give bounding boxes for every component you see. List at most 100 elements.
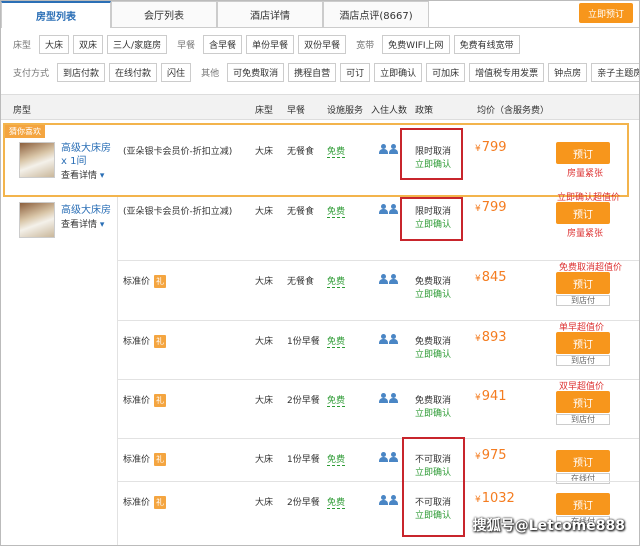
filter-chip-other[interactable]: 增值税专用发票 xyxy=(469,62,545,82)
cancel-policy[interactable]: 免费取消 xyxy=(415,393,451,406)
filter-chip-other[interactable]: 可订 xyxy=(340,62,371,82)
view-details-link[interactable]: 查看详情 ▾ xyxy=(61,168,104,181)
book-button[interactable]: 预订 xyxy=(556,142,610,164)
free-facility-link[interactable]: 免费 xyxy=(327,393,346,407)
rate-plan-label: 标准价 xyxy=(123,337,151,347)
table-header: 房型 床型 早餐 设施服务 入住人数 政策 均价（含服务费） xyxy=(1,94,639,120)
book-button[interactable]: 预订 xyxy=(556,493,610,515)
filter-chip-breakfast[interactable]: 含早餐 xyxy=(203,34,243,54)
gift-badge: 礼 xyxy=(154,275,167,288)
room-photo[interactable] xyxy=(19,202,55,238)
gift-badge: 礼 xyxy=(154,453,167,466)
low-inventory-note: 房量紧张 xyxy=(567,229,604,239)
room-name-link[interactable]: 高级大床房 xyxy=(61,204,111,217)
price: ¥941 xyxy=(475,389,507,404)
tab-room-list[interactable]: 房型列表 xyxy=(1,1,111,28)
breakfast: 2份早餐 xyxy=(287,498,320,508)
bed-type: 大床 xyxy=(255,455,274,465)
gift-badge: 礼 xyxy=(154,394,167,407)
filter-chip-bed[interactable]: 三人/家庭房 xyxy=(107,34,168,54)
currency-symbol: ¥ xyxy=(475,274,481,284)
free-facility-label: 免费 xyxy=(327,396,346,407)
free-facility-link[interactable]: 免费 xyxy=(327,204,346,218)
tab-hotel-reviews[interactable]: 酒店点评(8667) xyxy=(323,1,429,27)
book-button[interactable]: 预订 xyxy=(556,272,610,294)
payment-tag: 到店付 xyxy=(556,414,610,425)
guests-icon xyxy=(379,204,398,214)
book-button[interactable]: 预订 xyxy=(556,391,610,413)
filter-chip-pay[interactable]: 到店付款 xyxy=(57,62,106,82)
gift-badge: 礼 xyxy=(154,335,167,348)
filter-chip-broadband[interactable]: 免费WIFI上网 xyxy=(382,34,450,54)
breakfast: 无餐食 xyxy=(287,277,315,287)
filter-chip-pay[interactable]: 闪住 xyxy=(161,62,192,82)
guests-icon xyxy=(379,144,398,154)
other-filter-label: 其他 xyxy=(201,68,220,79)
rate-plan-name: 标准价礼 xyxy=(123,495,167,509)
free-facility-label: 免费 xyxy=(327,207,346,218)
free-facility-link[interactable]: 免费 xyxy=(327,144,346,158)
bed-filter-label: 床型 xyxy=(13,40,32,51)
cancel-policy[interactable]: 免费取消 xyxy=(415,274,451,287)
payment-tag: 到店付 xyxy=(556,295,610,306)
rate-plan-label: 标准价 xyxy=(123,396,151,406)
breakfast: 2份早餐 xyxy=(287,396,320,406)
header-guests: 入住人数 xyxy=(371,106,408,116)
guests-icon xyxy=(379,393,398,403)
filter-chip-breakfast[interactable]: 单份早餐 xyxy=(246,34,295,54)
free-facility-link[interactable]: 免费 xyxy=(327,495,346,509)
cancel-policy[interactable]: 免费取消 xyxy=(415,334,451,347)
filter-chip-pay[interactable]: 在线付款 xyxy=(109,62,158,82)
rate-plan-label: (亚朵银卡会员价-折扣立减) xyxy=(123,207,233,217)
rate-plan-label: 标准价 xyxy=(123,498,151,508)
free-facility-label: 免费 xyxy=(327,147,346,158)
currency-symbol: ¥ xyxy=(475,144,481,154)
book-now-button[interactable]: 立即预订 xyxy=(579,3,633,23)
rate-plan-name: (亚朵银卡会员价-折扣立减) xyxy=(123,204,232,217)
bed-type: 大床 xyxy=(255,396,274,406)
filter-chip-other[interactable]: 亲子主题房 xyxy=(591,62,639,82)
bed-type: 大床 xyxy=(255,207,274,217)
highlight-box xyxy=(402,437,465,537)
price: ¥799 xyxy=(475,200,507,215)
book-button[interactable]: 预订 xyxy=(556,332,610,354)
free-facility-link[interactable]: 免费 xyxy=(327,452,346,466)
free-facility-link[interactable]: 免费 xyxy=(327,274,346,288)
filter-chip-bed[interactable]: 双床 xyxy=(73,34,104,54)
filter-chip-other[interactable]: 立即确认 xyxy=(374,62,423,82)
bed-type: 大床 xyxy=(255,337,274,347)
currency-symbol: ¥ xyxy=(475,334,481,344)
chevron-down-icon: ▾ xyxy=(97,220,105,230)
row-divider xyxy=(117,481,639,482)
book-button[interactable]: 预订 xyxy=(556,450,610,472)
price-value: 799 xyxy=(481,200,507,215)
rate-plan-label: 标准价 xyxy=(123,277,151,287)
room-name-link[interactable]: 高级大床房x 1间 xyxy=(61,142,113,168)
currency-symbol: ¥ xyxy=(475,452,481,462)
filter-chip-breakfast[interactable]: 双份早餐 xyxy=(298,34,347,54)
payment-tag: 到店付 xyxy=(556,355,610,366)
guests-icon xyxy=(379,334,398,344)
header-breakfast: 早餐 xyxy=(287,106,306,116)
currency-symbol: ¥ xyxy=(475,495,481,505)
book-button[interactable]: 预订 xyxy=(556,202,610,224)
filter-chip-other[interactable]: 携程自营 xyxy=(288,62,337,82)
filter-chip-broadband[interactable]: 免费有线宽带 xyxy=(453,34,520,54)
filter-chip-other[interactable]: 可免费取消 xyxy=(227,62,285,82)
free-facility-link[interactable]: 免费 xyxy=(327,334,346,348)
filter-chip-other[interactable]: 可加床 xyxy=(426,62,466,82)
filter-chip-bed[interactable]: 大床 xyxy=(39,34,70,54)
price: ¥799 xyxy=(475,140,507,155)
breakfast-filter-label: 早餐 xyxy=(177,40,196,51)
filter-row-2: 支付方式 到店付款 在线付款 闪住 其他 可免费取消 携程自营 可订 立即确认 … xyxy=(13,62,639,82)
guests-icon xyxy=(379,452,398,462)
room-photo[interactable] xyxy=(19,142,55,178)
price-value: 975 xyxy=(481,448,507,463)
gift-badge: 礼 xyxy=(154,496,167,509)
pay-filter-label: 支付方式 xyxy=(13,68,50,79)
tab-hall-list[interactable]: 会厅列表 xyxy=(111,1,217,27)
filter-chip-other[interactable]: 钟点房 xyxy=(548,62,588,82)
view-details-link[interactable]: 查看详情 ▾ xyxy=(61,217,104,230)
tab-hotel-details[interactable]: 酒店详情 xyxy=(217,1,323,27)
view-details-label: 查看详情 xyxy=(61,171,98,181)
